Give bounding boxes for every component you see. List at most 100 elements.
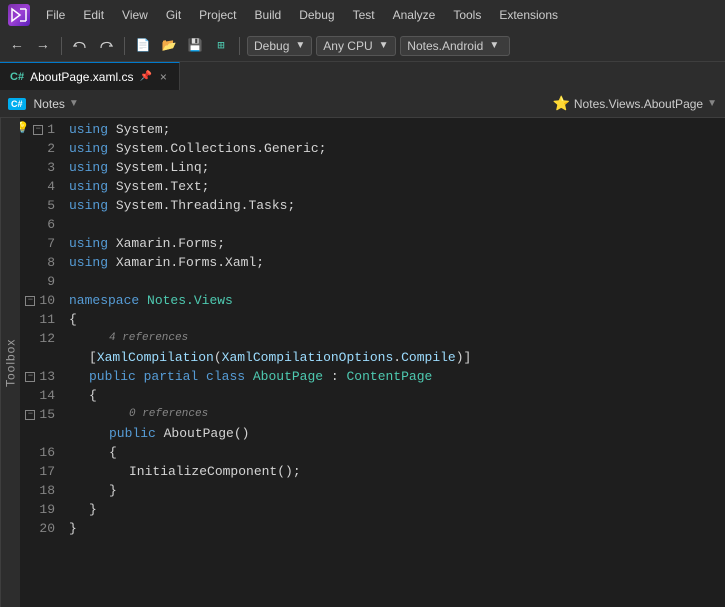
- code-line-4: using System.Text;: [69, 177, 725, 196]
- namespace-label: Notes: [34, 97, 65, 111]
- line-number-5: 5: [20, 196, 55, 215]
- menu-debug[interactable]: Debug: [291, 6, 342, 24]
- menu-file[interactable]: File: [38, 6, 73, 24]
- code-line-19: }: [69, 500, 725, 519]
- line-number-15: −15: [20, 405, 55, 424]
- line-number-7: 7: [20, 234, 55, 253]
- code-line-15: public AboutPage(): [69, 424, 725, 443]
- token-kw: class: [206, 367, 245, 386]
- code-line-17: InitializeComponent();: [69, 462, 725, 481]
- collapse-button[interactable]: −: [25, 410, 35, 420]
- lightbulb-icon[interactable]: 💡: [20, 120, 29, 139]
- token-type: AboutPage: [253, 367, 323, 386]
- line-number-10: −10: [20, 291, 55, 310]
- token-kw: namespace: [69, 291, 139, 310]
- token-plain: [245, 367, 253, 386]
- code-line-10: namespace Notes.Views: [69, 291, 725, 310]
- token-plain: {: [89, 386, 97, 405]
- token-kw: using: [69, 196, 108, 215]
- token-plain: System;: [108, 120, 170, 139]
- menu-extensions[interactable]: Extensions: [491, 6, 566, 24]
- code-line-11: {: [69, 310, 725, 329]
- ref-hint: 4 references: [69, 329, 188, 348]
- back-button[interactable]: ←: [6, 35, 28, 57]
- token-plain: System.Collections.Generic;: [108, 139, 326, 158]
- line-numbers: 💡−123456789−101112−1314−151617181920: [20, 118, 65, 607]
- menu-git[interactable]: Git: [158, 6, 189, 24]
- ref-hint-line-15: 0 references: [69, 405, 725, 424]
- token-plain: System.Linq;: [108, 158, 209, 177]
- menu-build[interactable]: Build: [247, 6, 290, 24]
- collapse-button[interactable]: −: [25, 372, 35, 382]
- collapse-button[interactable]: −: [33, 125, 43, 135]
- forward-button[interactable]: →: [32, 35, 54, 57]
- token-plain: :: [323, 367, 346, 386]
- project-dropdown[interactable]: Notes.Android ▼: [400, 36, 510, 56]
- menu-test[interactable]: Test: [345, 6, 383, 24]
- toolbox-sidebar[interactable]: Toolbox: [0, 118, 20, 607]
- line-number-8: 8: [20, 253, 55, 272]
- token-plain: System.Text;: [108, 177, 209, 196]
- menu-analyze[interactable]: Analyze: [385, 6, 444, 24]
- line-number-18: 18: [20, 481, 55, 500]
- tab-about-page[interactable]: C# AboutPage.xaml.cs 📌 ×: [0, 62, 180, 90]
- code-line-7: using Xamarin.Forms;: [69, 234, 725, 253]
- code-content[interactable]: using System;using System.Collections.Ge…: [65, 118, 725, 607]
- save-all-button[interactable]: ⊞: [210, 35, 232, 57]
- menu-edit[interactable]: Edit: [75, 6, 112, 24]
- token-kw: using: [69, 158, 108, 177]
- code-line-13: public partial class AboutPage : Content…: [69, 367, 725, 386]
- menu-view[interactable]: View: [114, 6, 156, 24]
- redo-button[interactable]: [95, 35, 117, 57]
- breadcrumb-right-arrow: ▼: [707, 98, 717, 109]
- line-number-9: 9: [20, 272, 55, 291]
- tab-close-button[interactable]: ×: [158, 68, 169, 86]
- namespace-dropdown[interactable]: Notes ▼: [34, 97, 79, 111]
- token-plain: AboutPage(): [156, 424, 250, 443]
- token-plain: (: [214, 348, 222, 367]
- main-layout: Toolbox 💡−123456789−101112−1314−15161718…: [0, 118, 725, 607]
- open-button[interactable]: 📂: [158, 35, 180, 57]
- code-line-5: using System.Threading.Tasks;: [69, 196, 725, 215]
- token-type: ContentPage: [347, 367, 433, 386]
- cs-icon: C#: [8, 98, 26, 110]
- code-line-20: }: [69, 519, 725, 538]
- breadcrumb-right: ⭐ Notes.Views.AboutPage ▼: [552, 95, 717, 112]
- code-editor[interactable]: 💡−123456789−101112−1314−151617181920 usi…: [20, 118, 725, 607]
- line-number-1: 💡−1: [20, 120, 55, 139]
- platform-dropdown[interactable]: Any CPU ▼: [316, 36, 396, 56]
- config-dropdown[interactable]: Debug ▼: [247, 36, 312, 56]
- line-number-ref-12: [20, 348, 55, 367]
- code-line-8: using Xamarin.Forms.Xaml;: [69, 253, 725, 272]
- code-line-3: using System.Linq;: [69, 158, 725, 177]
- save-button[interactable]: 💾: [184, 35, 206, 57]
- toolbar: ← → 📄 📂 💾 ⊞ Debug ▼ Any CPU ▼ Notes.Andr…: [0, 30, 725, 62]
- menu-project[interactable]: Project: [191, 6, 244, 24]
- collapse-button[interactable]: −: [25, 296, 35, 306]
- line-number-14: 14: [20, 386, 55, 405]
- config-dropdown-arrow: ▼: [295, 40, 305, 51]
- code-line-1: using System;: [69, 120, 725, 139]
- line-number-12: 12: [20, 329, 55, 348]
- undo-button[interactable]: [69, 35, 91, 57]
- line-number-6: 6: [20, 215, 55, 234]
- token-plain: .: [393, 348, 401, 367]
- token-kw: public: [89, 367, 136, 386]
- cs-file-icon: C#: [10, 71, 24, 83]
- code-line-9: [69, 272, 725, 291]
- breadcrumb-right-label: Notes.Views.AboutPage: [574, 97, 703, 111]
- token-plain: Xamarin.Forms.Xaml;: [108, 253, 264, 272]
- tab-bar: C# AboutPage.xaml.cs 📌 ×: [0, 62, 725, 90]
- menu-tools[interactable]: Tools: [445, 6, 489, 24]
- new-file-button[interactable]: 📄: [132, 35, 154, 57]
- toolbar-sep-2: [124, 37, 125, 55]
- token-plain: [139, 291, 147, 310]
- project-dropdown-arrow: ▼: [489, 40, 499, 51]
- tab-pin-icon[interactable]: 📌: [139, 71, 151, 82]
- line-number-3: 3: [20, 158, 55, 177]
- token-plain: [198, 367, 206, 386]
- token-kw: using: [69, 177, 108, 196]
- token-attr: Compile: [401, 348, 456, 367]
- token-kw: using: [69, 234, 108, 253]
- ref-hint-line-12: 4 references: [69, 329, 725, 348]
